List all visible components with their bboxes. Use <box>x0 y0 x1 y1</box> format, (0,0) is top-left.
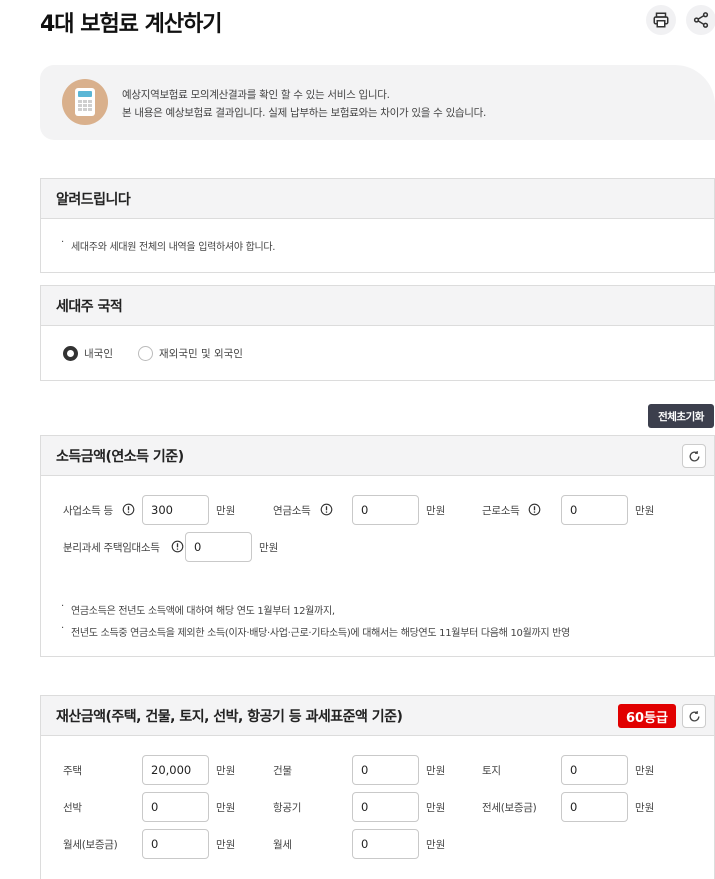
house-input[interactable] <box>142 755 209 785</box>
jeonse-label: 전세(보증금) <box>482 802 537 814</box>
nationality-title: 세대주 국적 <box>56 299 123 315</box>
nationality-panel: 세대주 국적 내국인 재외국민 및 외국인 <box>40 285 715 381</box>
asset-reset-button[interactable] <box>682 704 706 728</box>
land-label: 토지 <box>482 765 501 777</box>
rental-income-label: 분리과세 주택임대소득 <box>63 542 160 554</box>
aircraft-label: 항공기 <box>273 802 302 814</box>
unit-label: 만원 <box>216 765 236 777</box>
info-text-line1: 예상지역보험료 모의계산결과를 확인 할 수 있는 서비스 입니다. <box>122 89 390 101</box>
reset-all-button[interactable]: 전체초기화 <box>648 404 714 428</box>
radio-domestic[interactable]: 내국인 <box>63 346 113 361</box>
unit-label: 만원 <box>216 839 236 851</box>
asset-panel: 재산금액(주택, 건물, 토지, 선박, 항공기 등 과세표준액 기준) 60등… <box>40 695 715 879</box>
business-income-input[interactable] <box>142 495 209 525</box>
pension-income-label: 연금소득 <box>273 505 311 517</box>
unit-label: 만원 <box>216 505 236 517</box>
radio-button-selected[interactable] <box>63 346 78 361</box>
refresh-icon <box>689 710 699 721</box>
unit-label: 만원 <box>426 505 446 517</box>
radio-button[interactable] <box>138 346 153 361</box>
building-label: 건물 <box>273 765 292 777</box>
note-bullet: · <box>61 601 64 612</box>
notice-panel: 알려드립니다 · 세대주와 세대원 전체의 내역을 입력하셔야 합니다. <box>40 178 715 273</box>
info-box: 예상지역보험료 모의계산결과를 확인 할 수 있는 서비스 입니다. 본 내용은… <box>40 65 715 140</box>
rental-income-input[interactable] <box>185 532 252 562</box>
unit-label: 만원 <box>635 765 655 777</box>
grade-badge: 60등급 <box>617 704 676 728</box>
notice-item: 세대주와 세대원 전체의 내역을 입력하셔야 합니다. <box>71 242 276 253</box>
jeonse-input[interactable] <box>561 792 628 822</box>
unit-label: 만원 <box>635 802 655 814</box>
info-text-line2: 본 내용은 예상보험료 결과입니다. 실제 납부하는 보험료와는 차이가 있을 … <box>122 107 487 119</box>
radio-foreigner-label: 재외국민 및 외국인 <box>159 348 243 360</box>
info-icon[interactable] <box>122 503 135 516</box>
unit-label: 만원 <box>426 839 446 851</box>
notice-item-bullet: · <box>61 237 64 248</box>
earned-income-input[interactable] <box>561 495 628 525</box>
monthly-deposit-label: 월세(보증금) <box>63 839 118 851</box>
income-note-1: 연금소득은 전년도 소득액에 대하여 해당 연도 1월부터 12월까지, <box>71 606 335 617</box>
share-icon <box>693 12 709 28</box>
unit-label: 만원 <box>216 802 236 814</box>
earned-income-label: 근로소득 <box>482 505 520 517</box>
page-title: 4대 보험료 계산하기 <box>40 12 223 37</box>
radio-foreigner[interactable]: 재외국민 및 외국인 <box>138 346 243 361</box>
house-label: 주택 <box>63 765 82 777</box>
info-icon[interactable] <box>171 540 184 553</box>
ship-input[interactable] <box>142 792 209 822</box>
print-button[interactable] <box>646 5 676 35</box>
radio-domestic-label: 내국인 <box>84 348 113 360</box>
notice-title: 알려드립니다 <box>56 192 131 208</box>
info-icon[interactable] <box>528 503 541 516</box>
income-panel: 소득금액(연소득 기준) 사업소득 등 만원 연금소득 만원 근로소득 만원 분… <box>40 435 715 657</box>
refresh-icon <box>689 450 699 461</box>
income-note-2: 전년도 소득중 연금소득을 제외한 소득(이자·배당·사업·근로·기타소득)에 … <box>71 628 570 639</box>
income-reset-button[interactable] <box>682 444 706 468</box>
income-title: 소득금액(연소득 기준) <box>56 449 184 465</box>
unit-label: 만원 <box>635 505 655 517</box>
monthly-rent-label: 월세 <box>273 839 292 851</box>
unit-label: 만원 <box>259 542 279 554</box>
pension-income-input[interactable] <box>352 495 419 525</box>
note-bullet: · <box>61 623 64 634</box>
monthly-deposit-input[interactable] <box>142 829 209 859</box>
printer-icon <box>653 12 669 28</box>
unit-label: 만원 <box>426 802 446 814</box>
land-input[interactable] <box>561 755 628 785</box>
calculator-icon <box>62 79 108 125</box>
unit-label: 만원 <box>426 765 446 777</box>
ship-label: 선박 <box>63 802 82 814</box>
asset-title: 재산금액(주택, 건물, 토지, 선박, 항공기 등 과세표준액 기준) <box>56 709 403 725</box>
aircraft-input[interactable] <box>352 792 419 822</box>
share-button[interactable] <box>686 5 715 35</box>
monthly-rent-input[interactable] <box>352 829 419 859</box>
business-income-label: 사업소득 등 <box>63 505 113 517</box>
building-input[interactable] <box>352 755 419 785</box>
info-icon[interactable] <box>320 503 333 516</box>
